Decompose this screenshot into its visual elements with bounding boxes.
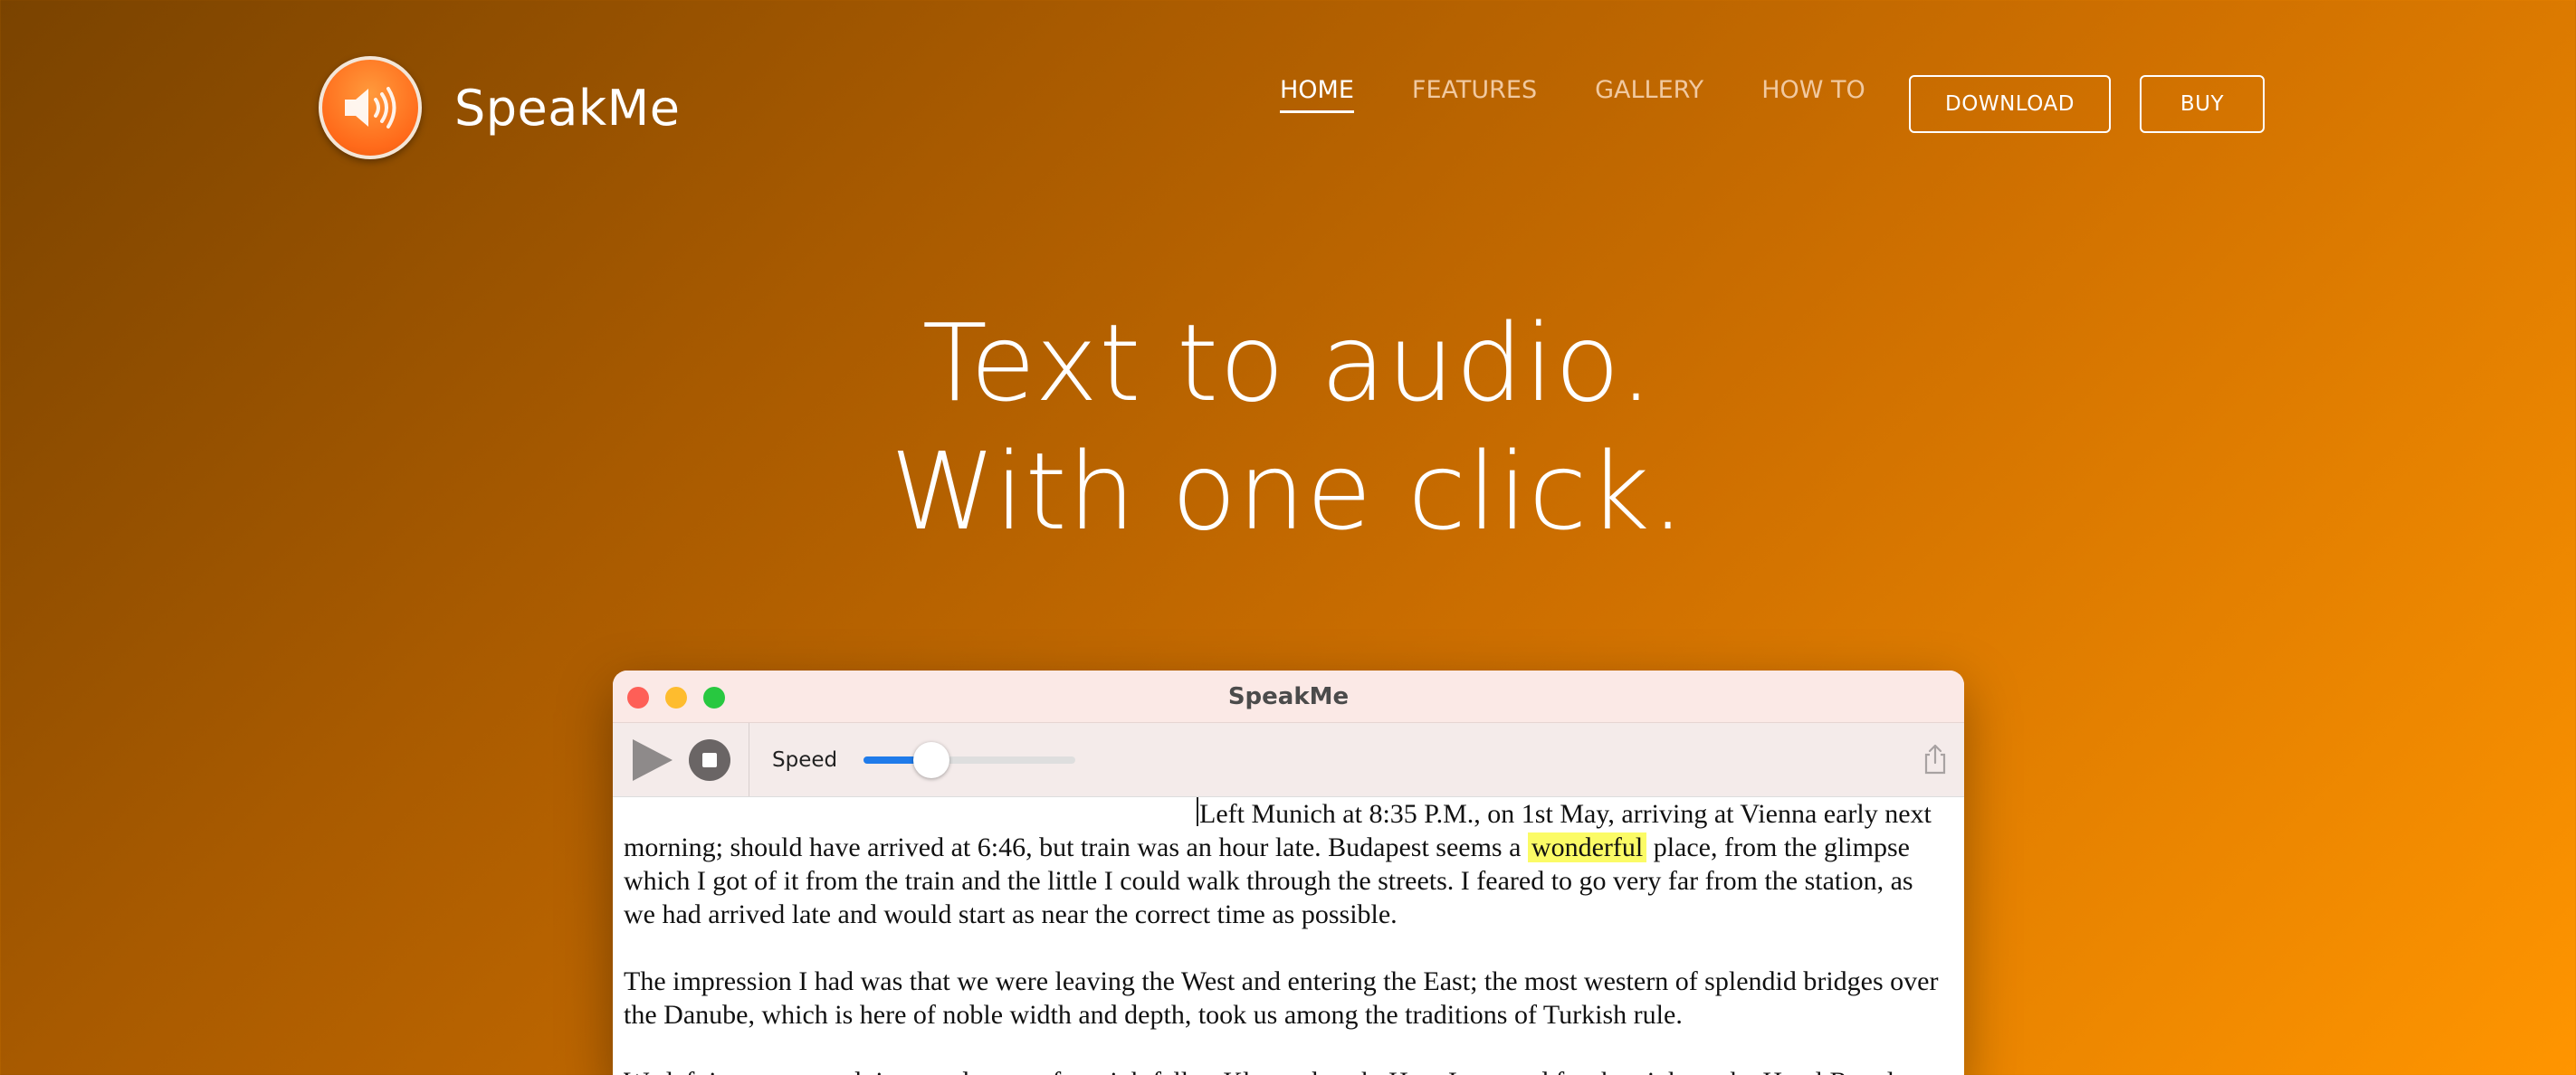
buy-button[interactable]: BUY <box>2140 75 2265 133</box>
spoken-word-highlight: wonderful <box>1527 832 1647 862</box>
paragraph-3: We left in pretty good time, and came af… <box>624 1065 1939 1075</box>
nav-home[interactable]: HOME <box>1280 76 1354 113</box>
text-caret <box>1197 797 1198 826</box>
main-nav: HOME FEATURES GALLERY HOW TO <box>1280 76 1923 113</box>
app-window: SpeakMe Speed Left Munich at 8:35 P.M., … <box>613 671 1964 1075</box>
minimize-window-button[interactable] <box>665 687 687 709</box>
speaker-icon <box>319 56 422 159</box>
paragraph-1: Left Munich at 8:35 P.M., on 1st May, ar… <box>624 797 1939 931</box>
stop-icon <box>702 753 717 767</box>
speed-slider-handle[interactable] <box>912 742 949 778</box>
play-icon[interactable] <box>629 737 674 783</box>
brand-name: SpeakMe <box>454 79 681 137</box>
zoom-window-button[interactable] <box>703 687 725 709</box>
download-button[interactable]: DOWNLOAD <box>1909 75 2111 133</box>
paragraph-2: The impression I had was that we were le… <box>624 966 1939 1030</box>
hero-line-1: Text to audio. <box>921 300 1655 425</box>
nav-features[interactable]: FEATURES <box>1412 76 1537 113</box>
hero-line-2: With one click. <box>890 429 1686 554</box>
window-titlebar[interactable]: SpeakMe <box>613 671 1964 723</box>
hero-headline: Text to audio. With one click. <box>0 299 2576 556</box>
window-controls <box>627 687 741 709</box>
logo[interactable]: SpeakMe <box>319 56 680 159</box>
stop-button[interactable] <box>689 739 730 781</box>
app-toolbar: Speed <box>613 723 1964 797</box>
nav-gallery[interactable]: GALLERY <box>1595 76 1703 113</box>
close-window-button[interactable] <box>627 687 649 709</box>
speed-label: Speed <box>772 748 838 772</box>
nav-how-to[interactable]: HOW TO <box>1761 76 1865 113</box>
speed-slider[interactable] <box>863 742 1075 778</box>
window-title: SpeakMe <box>1227 682 1350 710</box>
share-icon[interactable] <box>1921 743 1950 775</box>
text-editor[interactable]: Left Munich at 8:35 P.M., on 1st May, ar… <box>613 797 1964 1075</box>
